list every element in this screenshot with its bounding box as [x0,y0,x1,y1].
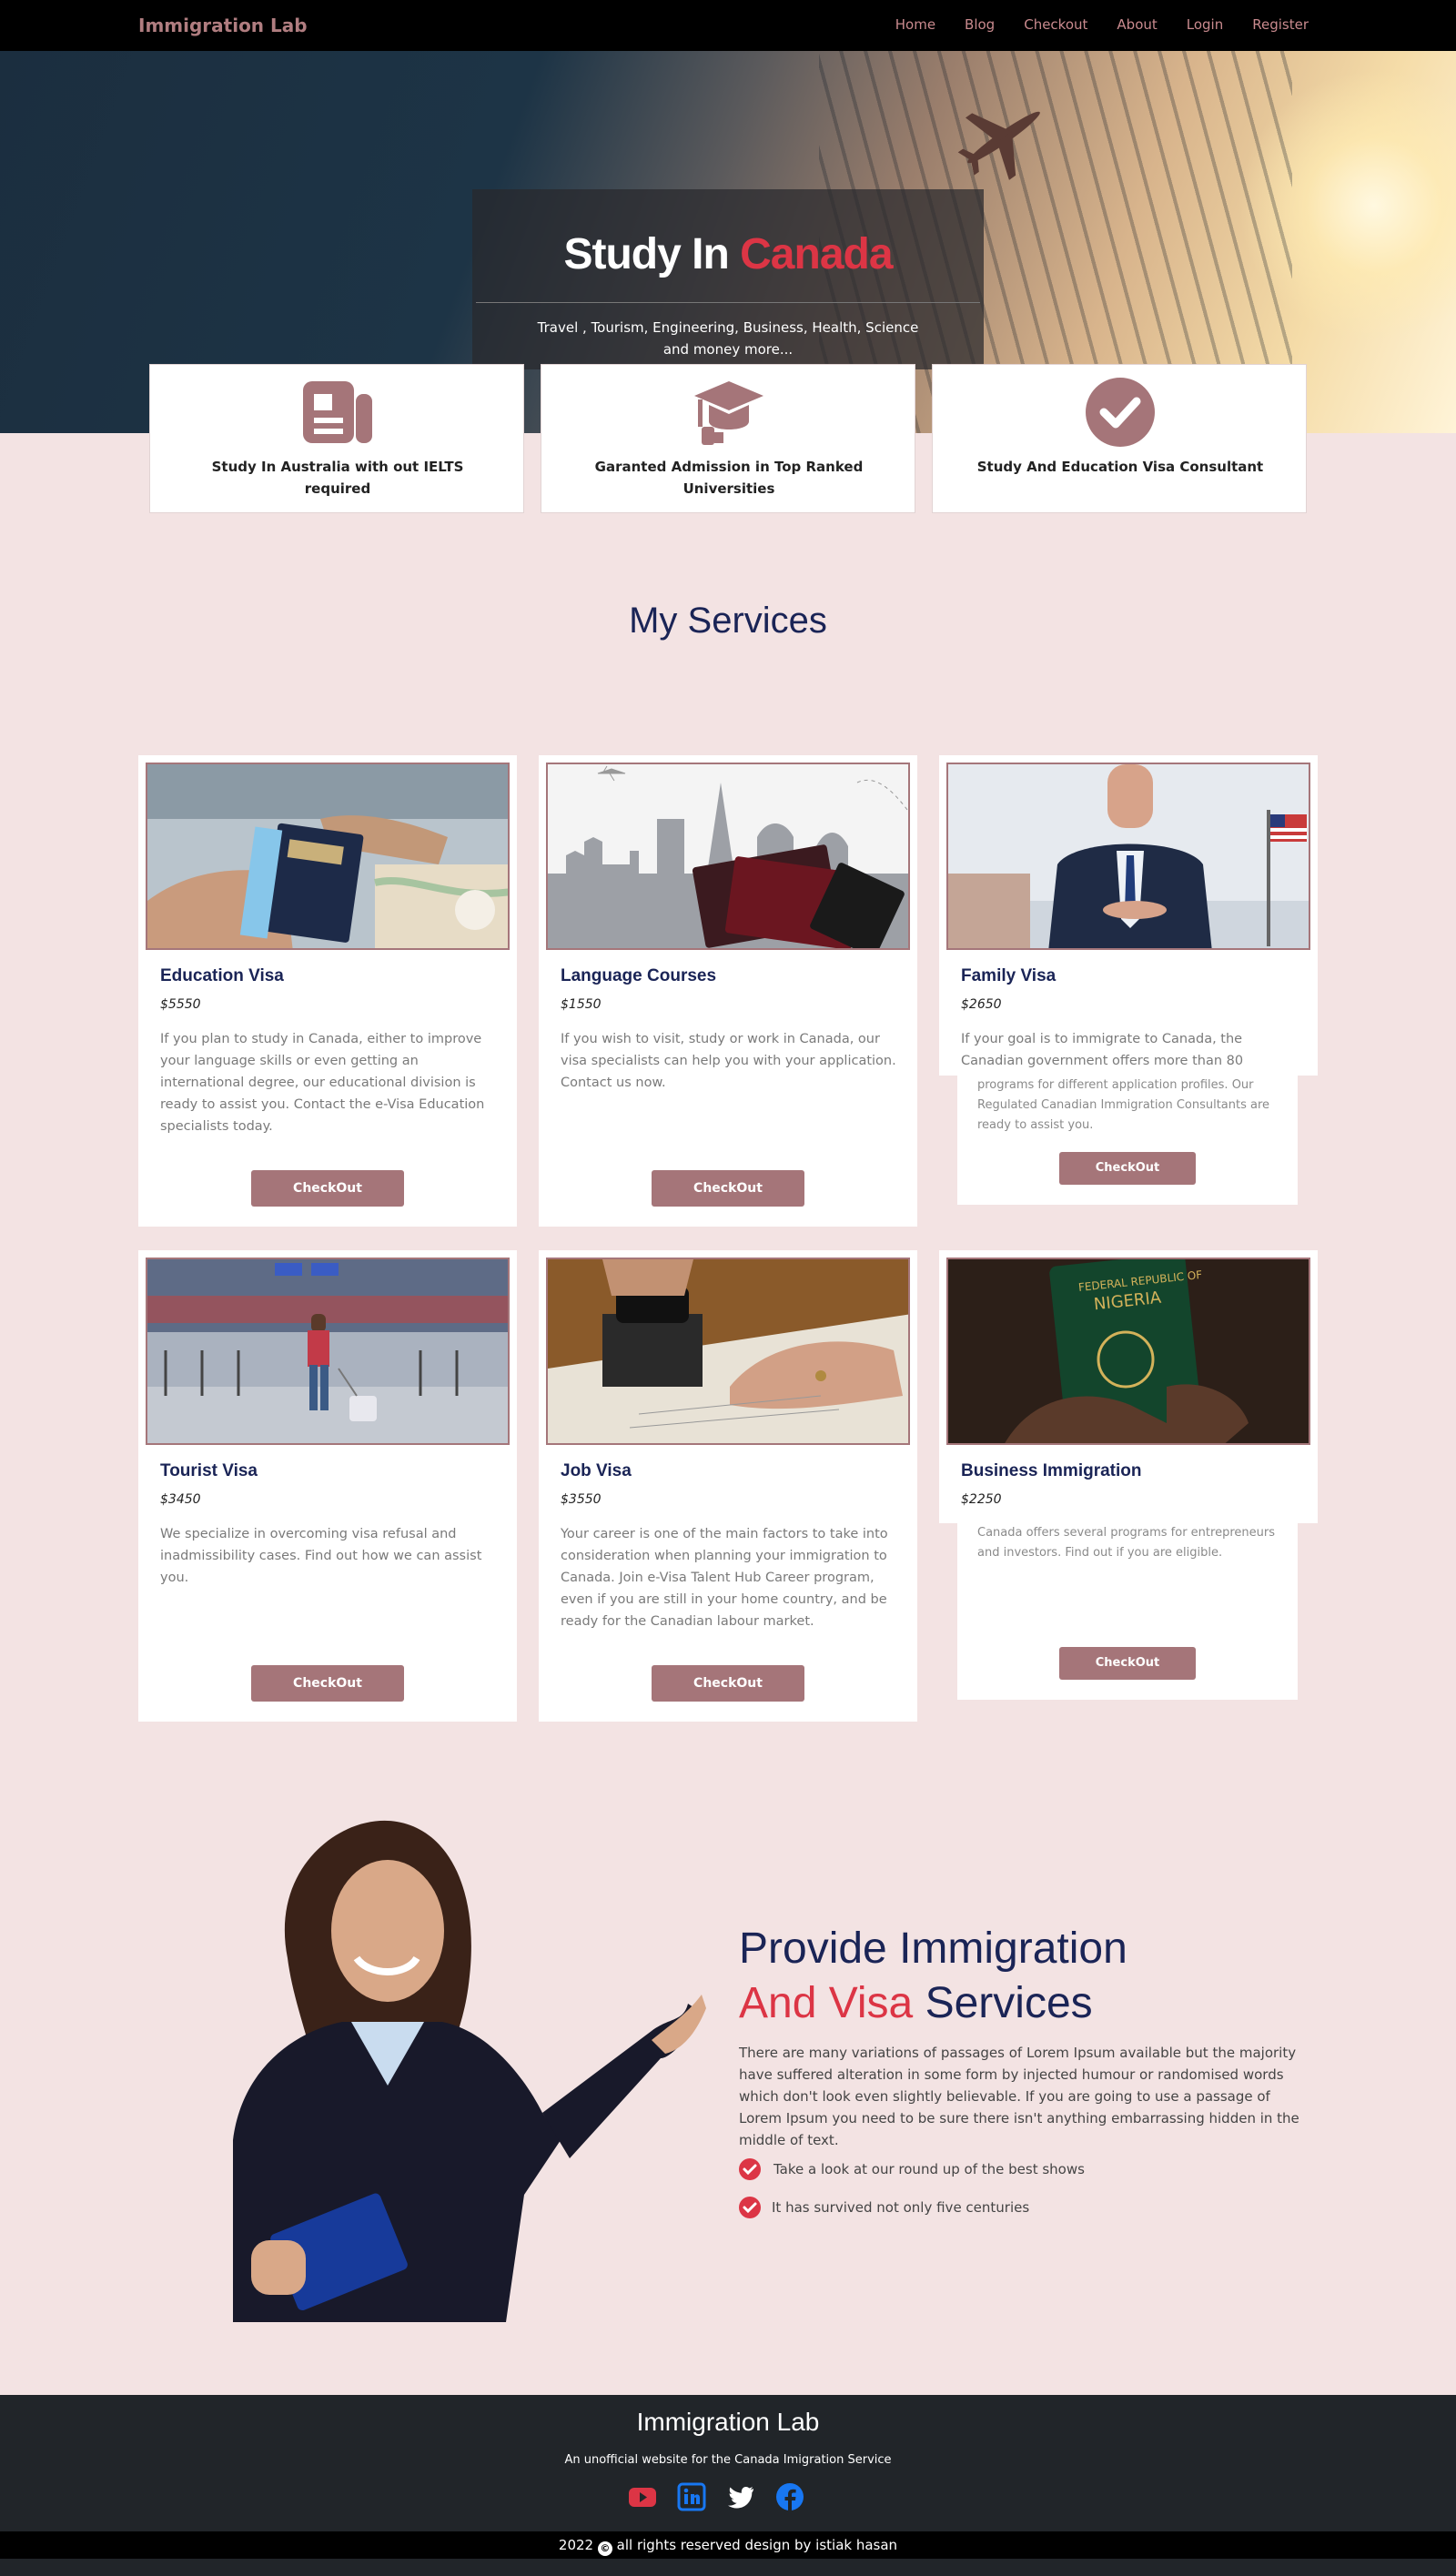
about-title-line1: Provide Immigration [739,1924,1127,1973]
services-title: My Services [629,601,827,641]
social-links [628,2482,804,2511]
linkedin-icon[interactable] [677,2482,706,2511]
facebook-icon[interactable] [775,2482,804,2511]
nigeria-passport-image: FEDERAL REPUBLIC OF NIGERIA [946,1258,1310,1445]
brand-logo[interactable]: Immigration Lab [138,15,308,36]
service-card-family-visa: Family Visa $2650 If your goal is to imm… [939,755,1318,1076]
nav-link-blog[interactable]: Blog [965,16,995,33]
feature-card-ielts: Study In Australia with out IELTS requir… [149,364,524,513]
card-description-continued: programs for different application profi… [977,1078,1270,1132]
business-immigration-card-extension: Canada offers several programs for entre… [957,1521,1298,1700]
check-circle-icon [739,2158,761,2180]
nav-link-home[interactable]: Home [895,16,935,33]
stamping-document-image [546,1258,910,1445]
navbar: Immigration Lab Home Blog Checkout About… [0,0,1456,51]
nav-links: Home Blog Checkout About Login Register [895,16,1309,33]
card-title: Job Visa [561,1461,632,1480]
graduation-cap-icon [694,381,763,445]
card-title: Tourist Visa [160,1461,258,1480]
about-title: Provide Immigration And Visa Services [739,1922,1127,2031]
copyright-text: all rights reserved design by istiak has… [616,2537,898,2553]
consultant-woman-image [233,1820,706,2322]
nav-link-checkout[interactable]: Checkout [1024,16,1087,33]
twitter-icon[interactable] [726,2482,755,2511]
card-price: $1550 [561,997,602,1012]
about-description: There are many variations of passages of… [739,2045,1299,2148]
card-price: $2650 [961,997,1002,1012]
nav-link-about[interactable]: About [1117,16,1157,33]
copyright-year: 2022 [558,2537,594,2553]
card-title: Education Visa [160,966,284,985]
check-circle-icon [1086,378,1155,447]
checkout-button[interactable]: CheckOut [251,1665,404,1702]
service-card-job-visa: Job Visa $3550 Your career is one of the… [539,1250,917,1722]
checkout-button[interactable]: CheckOut [652,1665,804,1702]
footer-title: Immigration Lab [636,2408,820,2436]
about-check-item: It has survived not only five centuries [739,2197,1029,2218]
passport-handover-image [146,763,510,950]
card-price: $3550 [561,1492,602,1507]
about-title-rest: Services [925,1979,1093,2027]
businessman-desk-image [946,763,1310,950]
card-price: $3450 [160,1492,201,1507]
about-check-text: It has survived not only five centuries [772,2199,1030,2216]
hero-text-box: Study In Canada Travel , Tourism, Engine… [472,189,984,369]
about-check-item: Take a look at our round up of the best … [739,2158,1085,2180]
card-description: If you wish to visit, study or work in C… [561,1032,896,1090]
hero-title-red: Canada [740,230,893,278]
hero-subtitle: Travel , Tourism, Engineering, Business,… [537,319,919,358]
card-title: Language Courses [561,966,717,985]
card-description: If your goal is to immigrate to Canada, … [961,1032,1244,1068]
card-title: Family Visa [961,966,1057,985]
landmarks-passport-image [546,763,910,950]
nav-link-login[interactable]: Login [1187,16,1223,33]
hero-title-white: Study In [563,230,729,278]
airplane-icon [957,111,1040,180]
card-description: If you plan to study in Canada, either t… [160,1032,485,1134]
card-description: Canada offers several programs for entre… [977,1526,1275,1560]
card-title: Business Immigration [961,1461,1142,1480]
newspaper-icon [303,381,372,443]
feature-label: Study And Education Visa Consultant [976,459,1264,475]
footer-subtitle: An unofficial website for the Canada Imi… [564,2453,892,2467]
nav-link-register[interactable]: Register [1252,16,1309,33]
card-description: We specialize in overcoming visa refusal… [160,1527,482,1585]
family-visa-card-extension: programs for different application profi… [957,1074,1298,1205]
hero-divider [476,302,980,303]
card-price: $2250 [961,1492,1002,1507]
about-title-red: And Visa [739,1979,914,2027]
feature-label: Garanted Admission in Top Ranked Univers… [594,459,864,497]
service-card-business-immigration: FEDERAL REPUBLIC OF NIGERIA Business Imm… [939,1250,1318,1523]
service-card-education-visa: Education Visa $5550 If you plan to stud… [138,755,517,1227]
card-description: Your career is one of the main factors t… [561,1527,888,1629]
about-check-text: Take a look at our round up of the best … [774,2161,1085,2177]
checkout-button[interactable]: CheckOut [652,1170,804,1207]
youtube-icon[interactable] [628,2482,657,2511]
checkout-button[interactable]: CheckOut [1059,1152,1196,1185]
footer: Immigration Lab An unofficial website fo… [0,2395,1456,2576]
service-card-tourist-visa: Tourist Visa $3450 We specialize in over… [138,1250,517,1722]
feature-card-admission: Garanted Admission in Top Ranked Univers… [541,364,915,513]
service-card-language-courses: Language Courses $1550 If you wish to vi… [539,755,917,1227]
checkout-button[interactable]: CheckOut [251,1170,404,1207]
copyright-icon: © [597,2541,612,2556]
feature-label: Study In Australia with out IELTS requir… [211,459,464,497]
check-circle-icon [739,2197,761,2218]
feature-card-consultant: Study And Education Visa Consultant [932,364,1307,513]
checkout-button[interactable]: CheckOut [1059,1647,1196,1680]
card-price: $5550 [160,997,201,1012]
hero-title: Study In Canada [472,229,984,279]
copyright-bar: 2022 © all rights reserved design by ist… [0,2531,1456,2559]
airport-traveler-image [146,1258,510,1445]
